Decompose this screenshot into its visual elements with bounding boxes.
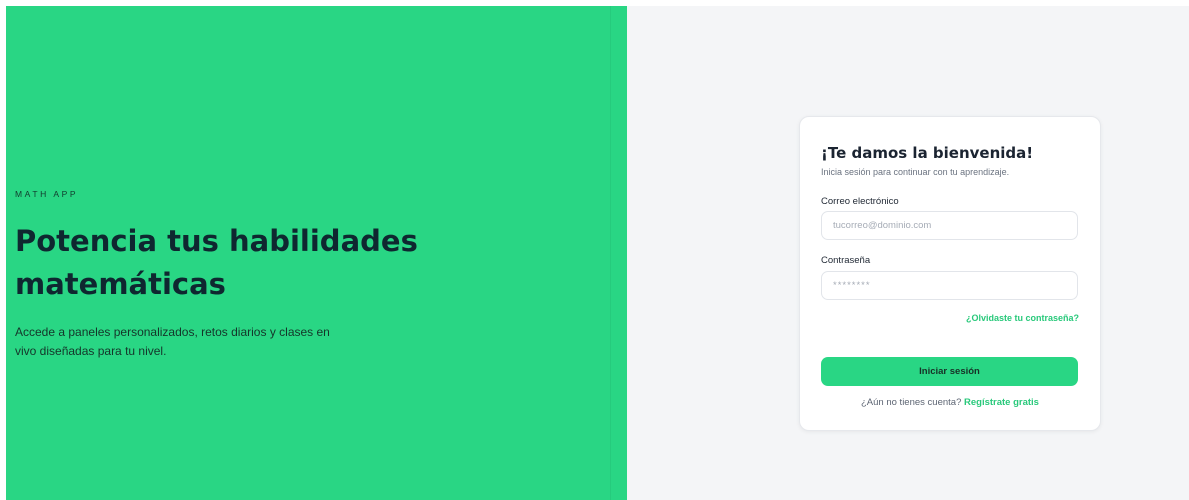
- app-frame: MATH APP Potencia tus habilidades matemá…: [6, 6, 1189, 500]
- hero-divider: [610, 6, 611, 500]
- signup-link[interactable]: Regístrate gratis: [964, 397, 1039, 408]
- email-label: Correo electrónico: [821, 196, 899, 207]
- brand-name: MATH APP: [15, 189, 79, 199]
- login-title: ¡Te damos la bienvenida!: [821, 144, 1034, 162]
- password-field[interactable]: [821, 271, 1078, 300]
- login-button[interactable]: Iniciar sesión: [821, 357, 1078, 386]
- hero-panel: MATH APP Potencia tus habilidades matemá…: [6, 6, 627, 500]
- login-subtitle: Inicia sesión para continuar con tu apre…: [821, 167, 1010, 177]
- login-panel: ¡Te damos la bienvenida! Inicia sesión p…: [627, 6, 1189, 500]
- login-card: ¡Te damos la bienvenida! Inicia sesión p…: [799, 116, 1101, 431]
- password-label: Contraseña: [821, 255, 871, 266]
- signup-prompt: ¿Aún no tienes cuenta?: [861, 397, 964, 408]
- email-field[interactable]: [821, 211, 1078, 240]
- hero-description: Accede a paneles personalizados, retos d…: [15, 325, 330, 358]
- hero-headline: Potencia tus habilidades matemáticas: [15, 224, 418, 301]
- signup-row: ¿Aún no tienes cuenta? Regístrate gratis: [800, 397, 1100, 408]
- forgot-password-link[interactable]: ¿Olvidaste tu contraseña?: [966, 313, 1079, 323]
